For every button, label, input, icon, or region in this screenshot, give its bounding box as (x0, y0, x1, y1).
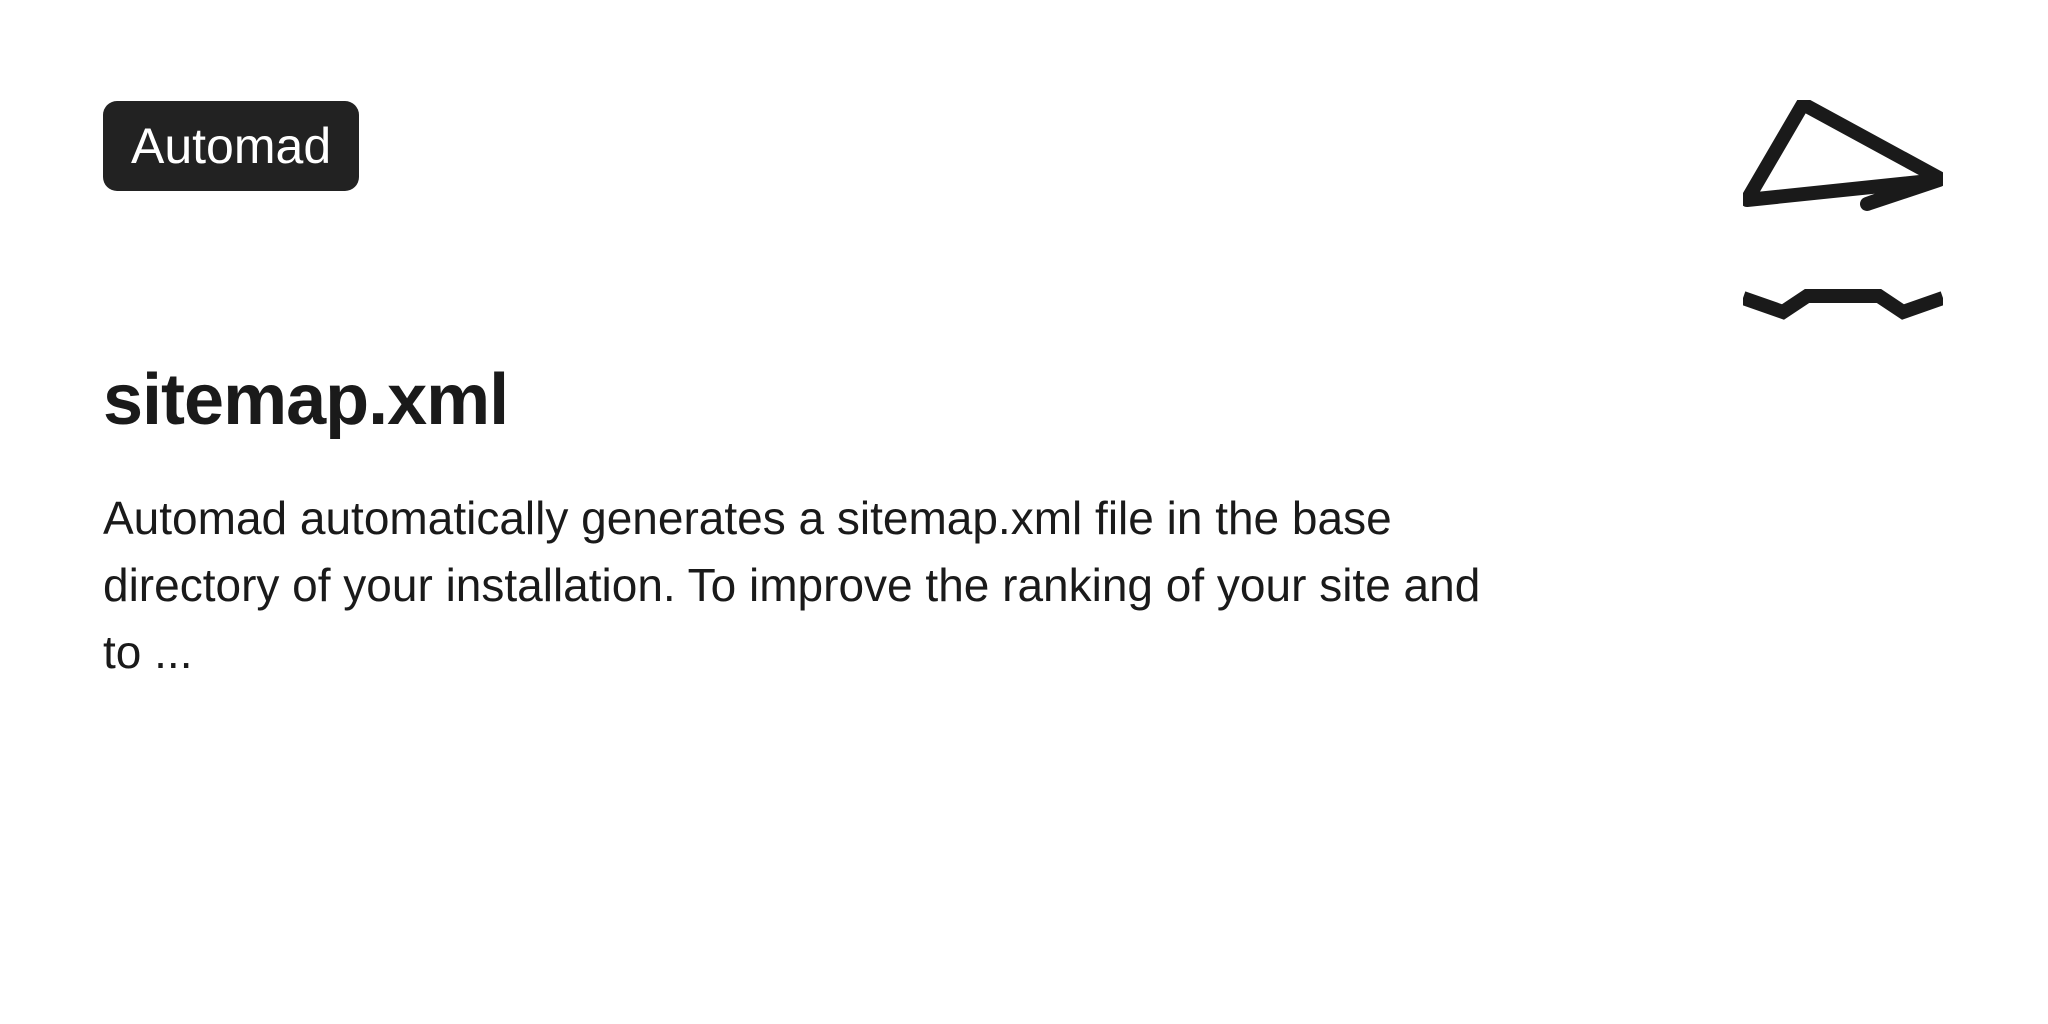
page-title: sitemap.xml (103, 359, 508, 441)
automad-logo-icon (1743, 100, 1943, 340)
brand-badge-label: Automad (131, 118, 331, 174)
brand-badge: Automad (103, 101, 359, 191)
page-description: Automad automatically generates a sitema… (103, 485, 1503, 686)
